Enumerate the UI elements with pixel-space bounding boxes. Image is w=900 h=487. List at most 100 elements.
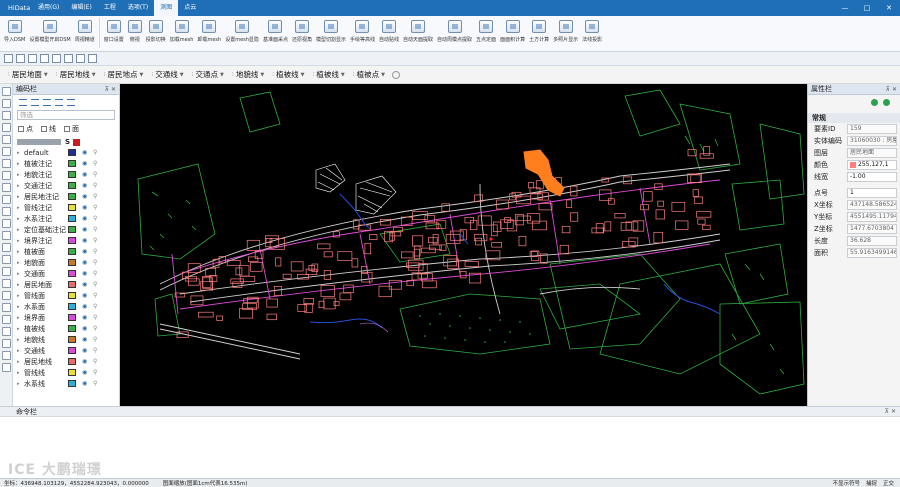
- expand-arrow-icon[interactable]: ▸: [17, 205, 23, 211]
- menu-item-0[interactable]: 通用(G): [32, 0, 65, 16]
- eye-icon[interactable]: ◉: [82, 281, 89, 288]
- color-swatch[interactable]: [68, 347, 76, 354]
- ribbon-button-2[interactable]: 周视精道: [73, 18, 97, 43]
- new-file-icon[interactable]: [4, 54, 13, 63]
- building-outline[interactable]: [640, 204, 649, 211]
- building-outline[interactable]: [538, 203, 553, 211]
- building-outline[interactable]: [671, 201, 686, 212]
- left-tool-icon-1[interactable]: [2, 99, 11, 108]
- pin-icon[interactable]: ⊼ ✕: [886, 86, 897, 93]
- next-arrow-icon[interactable]: [883, 98, 890, 106]
- code-row[interactable]: ▸ 居民地面 ◉ ⚲: [13, 279, 119, 290]
- left-tool-icon-6[interactable]: [2, 159, 11, 168]
- code-row[interactable]: ▸ 植被线 ◉ ⚲: [13, 323, 119, 334]
- lock-icon[interactable]: ⚲: [93, 204, 100, 211]
- color-swatch[interactable]: [68, 336, 76, 343]
- color-swatch[interactable]: [68, 248, 76, 255]
- ribbon-button-12[interactable]: 手绘等高线: [348, 18, 377, 43]
- lock-icon[interactable]: ⚲: [93, 281, 100, 288]
- building-outline[interactable]: [248, 256, 259, 262]
- filter-icon[interactable]: [55, 98, 63, 106]
- building-outline[interactable]: [343, 284, 354, 293]
- building-outline[interactable]: [464, 261, 479, 267]
- expand-arrow-icon[interactable]: ▸: [17, 348, 23, 354]
- eye-icon[interactable]: ◉: [82, 171, 89, 178]
- building-outline[interactable]: [389, 232, 396, 241]
- color-swatch[interactable]: [68, 182, 76, 189]
- building-outline[interactable]: [475, 237, 483, 246]
- color-swatch[interactable]: [68, 171, 76, 178]
- eye-icon[interactable]: ◉: [82, 149, 89, 156]
- code-row[interactable]: ▸ 居民地注记 ◉ ⚲: [13, 191, 119, 202]
- building-outline[interactable]: [323, 251, 333, 258]
- building-outline[interactable]: [290, 261, 304, 272]
- expand-arrow-icon[interactable]: ▸: [17, 194, 23, 200]
- eye-icon[interactable]: ◉: [82, 292, 89, 299]
- ribbon-button-17[interactable]: 面面积计算: [498, 18, 527, 43]
- ribbon-button-10[interactable]: 还原视角: [290, 18, 314, 43]
- building-outline[interactable]: [317, 243, 331, 250]
- color-swatch[interactable]: [68, 149, 76, 156]
- save-icon[interactable]: [28, 54, 37, 63]
- color-swatch[interactable]: [68, 193, 76, 200]
- lock-icon[interactable]: ⚲: [93, 325, 100, 332]
- building-outline[interactable]: [473, 233, 488, 242]
- color-swatch[interactable]: [68, 281, 76, 288]
- building-outline[interactable]: [318, 300, 325, 309]
- building-outline[interactable]: [282, 273, 292, 279]
- status-toggle-1[interactable]: 捕捉: [866, 479, 877, 487]
- building-outline[interactable]: [323, 297, 336, 310]
- building-outline[interactable]: [518, 235, 527, 247]
- eye-icon[interactable]: ◉: [82, 325, 89, 332]
- eye-icon[interactable]: ◉: [82, 380, 89, 387]
- color-swatch[interactable]: [68, 215, 76, 222]
- lock-icon[interactable]: ⚲: [93, 292, 100, 299]
- list-view-icon[interactable]: [19, 98, 27, 106]
- expand-arrow-icon[interactable]: ▸: [17, 183, 23, 189]
- building-outline[interactable]: [490, 224, 498, 237]
- building-outline[interactable]: [625, 221, 639, 231]
- type-check-0[interactable]: 点: [18, 124, 33, 134]
- code-row[interactable]: ▸ 管线注记 ◉ ⚲: [13, 202, 119, 213]
- menu-item-4[interactable]: 测图: [154, 0, 179, 16]
- property-value[interactable]: 居民地面: [847, 148, 897, 158]
- expand-arrow-icon[interactable]: ▸: [17, 150, 23, 156]
- building-outline[interactable]: [699, 153, 714, 159]
- code-row[interactable]: ▸ 境界面 ◉ ⚲: [13, 312, 119, 323]
- left-tool-icon-7[interactable]: [2, 171, 11, 180]
- color-swatch[interactable]: [68, 204, 76, 211]
- property-value[interactable]: -1.00: [847, 172, 897, 182]
- eye-icon[interactable]: ◉: [82, 270, 89, 277]
- lock-icon[interactable]: ⚲: [93, 369, 100, 376]
- building-outline[interactable]: [561, 225, 571, 234]
- color-swatch[interactable]: [68, 380, 76, 387]
- status-toggle-2[interactable]: 正交: [883, 479, 894, 487]
- building-outline[interactable]: [333, 301, 340, 307]
- eye-icon[interactable]: ◉: [82, 314, 89, 321]
- building-outline[interactable]: [421, 247, 436, 254]
- ribbon-button-18[interactable]: 土方计算: [527, 18, 551, 43]
- color-swatch[interactable]: [68, 314, 76, 321]
- building-outline[interactable]: [250, 261, 263, 272]
- color-swatch[interactable]: [68, 259, 76, 266]
- building-outline[interactable]: [614, 213, 626, 219]
- expand-arrow-icon[interactable]: ▸: [17, 260, 23, 266]
- eye-icon[interactable]: ◉: [82, 259, 89, 266]
- lock-icon[interactable]: ⚲: [93, 171, 100, 178]
- map-drawing[interactable]: [120, 84, 807, 406]
- building-outline[interactable]: [339, 292, 352, 301]
- color-swatch[interactable]: [68, 358, 76, 365]
- code-row[interactable]: ▸ 地貌注记 ◉ ⚲: [13, 169, 119, 180]
- ribbon-button-1[interactable]: 设置模型开启DSM: [27, 18, 72, 43]
- pin-icon[interactable]: ⊼ ✕: [105, 86, 116, 93]
- left-tool-icon-10[interactable]: [2, 207, 11, 216]
- redo-icon[interactable]: [52, 54, 61, 63]
- pin-icon[interactable]: ⊼ ✕: [885, 407, 896, 416]
- color-swatch[interactable]: [68, 270, 76, 277]
- building-outline[interactable]: [591, 227, 605, 234]
- lock-icon[interactable]: ⚲: [93, 248, 100, 255]
- building-outline[interactable]: [337, 251, 353, 261]
- building-outline[interactable]: [696, 211, 712, 218]
- building-outline[interactable]: [657, 200, 665, 207]
- eye-icon[interactable]: ◉: [82, 215, 89, 222]
